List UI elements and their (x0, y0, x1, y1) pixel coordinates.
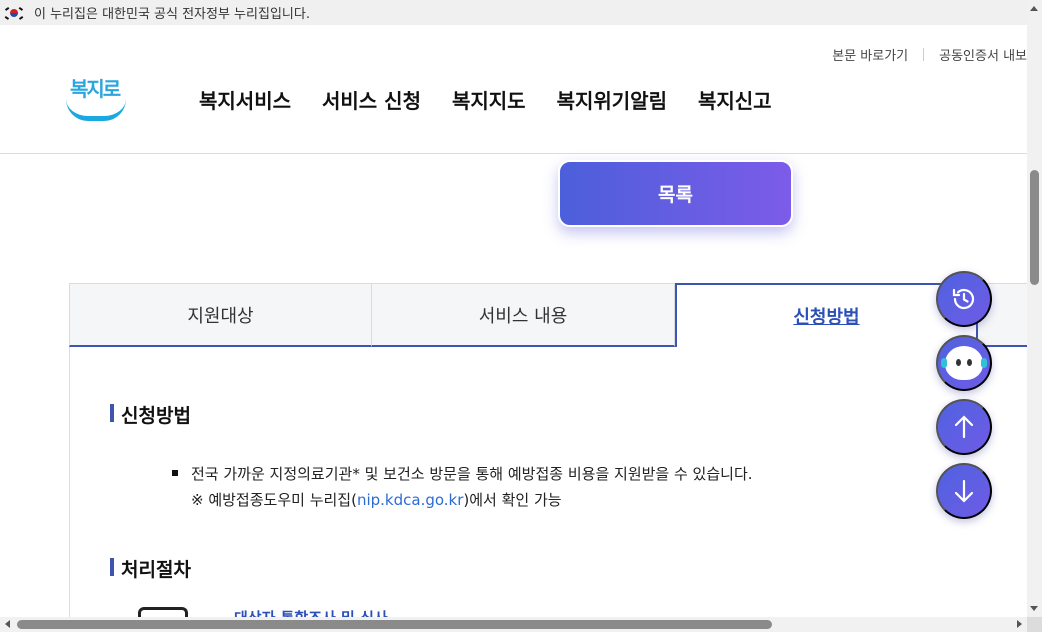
bullet-icon (172, 470, 178, 476)
tab-content: 신청방법 전국 가까운 지정의료기관* 및 보건소 방문을 통해 예방접종 비용… (69, 347, 1027, 617)
logo-text: 복지로 (70, 77, 121, 101)
nip-link[interactable]: nip.kdca.go.kr (357, 491, 463, 509)
divider (923, 48, 925, 61)
horizontal-scroll-thumb[interactable] (17, 620, 772, 629)
site-header: 본문 바로가기 공동인증서 내보 복지로 복지서비스 서비스 신청 복지지도 복… (0, 25, 1027, 154)
arrow-up-icon (954, 415, 974, 439)
list-item: 전국 가까운 지정의료기관* 및 보건소 방문을 통해 예방접종 비용을 지원받… (172, 463, 753, 484)
scroll-bottom-button[interactable] (936, 463, 992, 519)
note-prefix: ※ 예방접종도우미 누리집( (191, 491, 357, 509)
arrow-down-icon (954, 479, 974, 503)
scroll-up-arrow-icon[interactable] (1030, 6, 1038, 11)
bullet-text: 전국 가까운 지정의료기관* 및 보건소 방문을 통해 예방접종 비용을 지원받… (191, 465, 753, 483)
note-suffix: )에서 확인 가능 (463, 491, 562, 509)
skip-to-content-link[interactable]: 본문 바로가기 (832, 45, 908, 64)
scroll-left-arrow-icon[interactable] (5, 620, 10, 628)
note-text: ※ 예방접종도우미 누리집(nip.kdca.go.kr)에서 확인 가능 (191, 489, 562, 510)
logo-smile-icon (66, 99, 126, 121)
korea-flag-icon (4, 6, 24, 20)
vertical-scrollbar[interactable] (1027, 0, 1042, 617)
list-button[interactable]: 목록 (558, 160, 793, 227)
chatbot-button[interactable] (936, 335, 992, 391)
section-title-apply: 신청방법 (110, 401, 191, 428)
tab-target[interactable]: 지원대상 (69, 283, 372, 347)
tab-service-content[interactable]: 서비스 내용 (372, 283, 675, 347)
bokjiro-logo[interactable]: 복지로 (66, 73, 128, 129)
nav-service-apply[interactable]: 서비스 신청 (322, 85, 421, 114)
nav-welfare-report[interactable]: 복지신고 (698, 85, 772, 114)
gov-banner: 이 누리집은 대한민국 공식 전자정부 누리집입니다. (0, 0, 1027, 25)
scroll-top-button[interactable] (936, 399, 992, 455)
nav-welfare-map[interactable]: 복지지도 (452, 85, 526, 114)
gov-banner-text: 이 누리집은 대한민국 공식 전자정부 누리집입니다. (34, 7, 310, 22)
scroll-right-arrow-icon[interactable] (1017, 620, 1022, 628)
vertical-scroll-thumb[interactable] (1030, 170, 1039, 285)
nav-crisis-alert[interactable]: 복지위기알림 (557, 85, 667, 114)
chatbot-icon (941, 346, 987, 380)
recent-history-button[interactable] (936, 271, 992, 327)
section-title-process: 처리절차 (110, 555, 191, 582)
scroll-down-arrow-icon[interactable] (1030, 606, 1038, 611)
scrollbar-corner (1027, 617, 1042, 632)
utility-links: 본문 바로가기 공동인증서 내보 (832, 45, 1027, 64)
service-tabs: 지원대상 서비스 내용 신청방법 (69, 283, 1027, 347)
tab-apply-method[interactable]: 신청방법 (675, 283, 978, 347)
main-nav: 복지서비스 서비스 신청 복지지도 복지위기알림 복지신고 (199, 85, 772, 114)
recent-icon (952, 288, 975, 310)
process-step-icon (138, 607, 188, 617)
process-step-label: 대상자 통합조사 및 심사 (234, 607, 388, 617)
horizontal-scrollbar[interactable] (0, 617, 1027, 632)
nav-welfare-service[interactable]: 복지서비스 (199, 85, 291, 114)
certificate-export-link[interactable]: 공동인증서 내보 (939, 45, 1027, 64)
